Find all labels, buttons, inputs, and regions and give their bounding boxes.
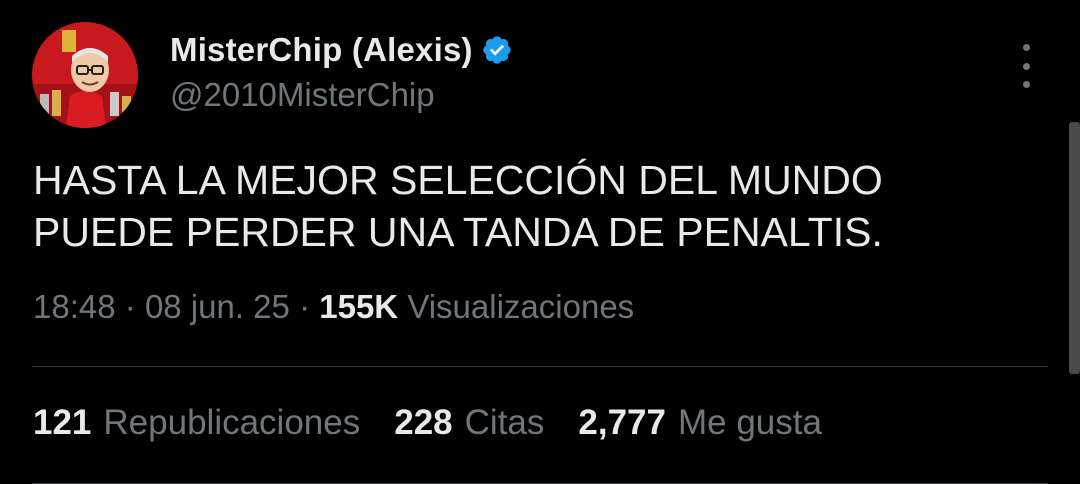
- meta-separator: ·: [124, 288, 136, 325]
- quotes-stat[interactable]: 228 Citas: [394, 403, 544, 443]
- tweet-date[interactable]: 08 jun. 25: [145, 288, 290, 325]
- more-options-button[interactable]: [1010, 44, 1042, 88]
- quotes-count: 228: [394, 403, 453, 442]
- verified-badge-icon: [481, 34, 513, 66]
- quotes-label: Citas: [464, 403, 545, 442]
- tweet-text: HASTA LA MEJOR SELECCIÓN DEL MUNDO PUEDE…: [33, 154, 1033, 258]
- tweet-text-line: PUEDE PERDER UNA TANDA DE PENALTIS.: [33, 209, 883, 255]
- more-vertical-icon: [1022, 44, 1030, 51]
- divider: [32, 366, 1048, 367]
- likes-stat[interactable]: 2,777 Me gusta: [578, 403, 822, 443]
- more-vertical-icon-dot: [1022, 81, 1030, 88]
- author-name-row[interactable]: MisterChip (Alexis): [170, 28, 513, 72]
- views-label: Visualizaciones: [407, 288, 635, 325]
- likes-label: Me gusta: [677, 403, 822, 442]
- reposts-label: Republicaciones: [103, 403, 361, 442]
- author-display-name[interactable]: MisterChip (Alexis): [170, 31, 473, 69]
- scrollbar[interactable]: [1069, 122, 1080, 374]
- tweet-time[interactable]: 18:48: [33, 288, 116, 325]
- reposts-count: 121: [33, 403, 92, 442]
- avatar-caricature-icon: [32, 22, 138, 128]
- avatar[interactable]: [32, 22, 138, 128]
- reposts-stat[interactable]: 121 Republicaciones: [33, 403, 360, 443]
- meta-separator: ·: [299, 288, 311, 325]
- engagement-stats: 121 Republicaciones 228 Citas 2,777 Me gust…: [33, 403, 856, 443]
- tweet-text-line: HASTA LA MEJOR SELECCIÓN DEL MUNDO: [33, 157, 883, 203]
- likes-count: 2,777: [578, 403, 666, 442]
- views-count: 155K: [319, 288, 399, 325]
- tweet-meta: 18:48 · 08 jun. 25 · 155K Visualizacione…: [33, 288, 634, 326]
- more-vertical-icon-dot: [1022, 62, 1030, 70]
- author-handle[interactable]: @2010MisterChip: [170, 76, 435, 114]
